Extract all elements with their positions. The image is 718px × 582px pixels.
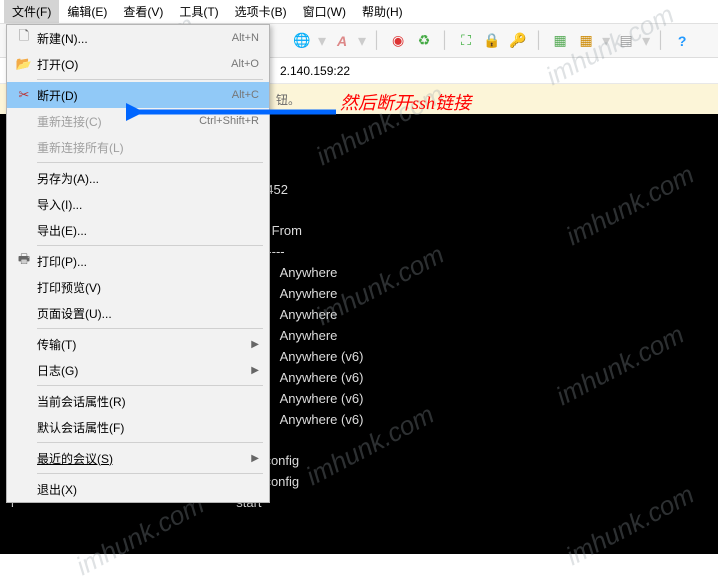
address-text: 2.140.159:22: [280, 64, 350, 78]
menu-window[interactable]: 窗口(W): [295, 0, 354, 23]
menu-transfer[interactable]: 传输(T)▶: [7, 331, 269, 357]
disconnect-icon: ✂: [11, 87, 37, 103]
menu-file[interactable]: 文件(F): [4, 0, 59, 23]
expand-icon[interactable]: ⛶: [456, 31, 476, 51]
menu-separator: [37, 245, 263, 246]
menu-tabs[interactable]: 选项卡(B): [227, 0, 295, 23]
list-icon[interactable]: ▤: [616, 31, 636, 51]
red-circle-icon[interactable]: ◉: [388, 31, 408, 51]
add-folder-icon[interactable]: ▦: [576, 31, 596, 51]
chevron-right-icon: ▶: [251, 453, 259, 464]
menu-tools[interactable]: 工具(T): [171, 0, 226, 23]
menu-default-props[interactable]: 默认会话属性(F): [7, 414, 269, 440]
menu-preview[interactable]: 打印预览(V): [7, 274, 269, 300]
folder-icon: 📂: [11, 56, 37, 72]
menu-open[interactable]: 📂打开(O)Alt+O: [7, 51, 269, 77]
lock-icon[interactable]: 🔒: [482, 31, 502, 51]
menu-separator: [37, 79, 263, 80]
key-icon[interactable]: 🔑: [508, 31, 528, 51]
menu-separator: [37, 162, 263, 163]
font-icon[interactable]: A: [332, 31, 352, 51]
menu-edit[interactable]: 编辑(E): [59, 0, 115, 23]
green-recycle-icon[interactable]: ♻: [414, 31, 434, 51]
menu-separator: [37, 385, 263, 386]
menu-separator: [37, 442, 263, 443]
infobar-text: 钮。: [276, 91, 300, 108]
help-icon[interactable]: ?: [672, 31, 692, 51]
new-icon: 🗋: [11, 27, 37, 49]
menu-reconnect-all: 重新连接所有(L): [7, 134, 269, 160]
menu-pagesetup[interactable]: 页面设置(U)...: [7, 300, 269, 326]
menu-saveas[interactable]: 另存为(A)...: [7, 165, 269, 191]
menu-log[interactable]: 日志(G)▶: [7, 357, 269, 383]
menu-current-props[interactable]: 当前会话属性(R): [7, 388, 269, 414]
menu-help[interactable]: 帮助(H): [354, 0, 411, 23]
menu-export[interactable]: 导出(E)...: [7, 217, 269, 243]
menu-print[interactable]: 🖶打印(P)...: [7, 248, 269, 274]
menu-new[interactable]: 🗋新建(N)...Alt+N: [7, 25, 269, 51]
menu-separator: [37, 473, 263, 474]
chevron-right-icon: ▶: [251, 339, 259, 350]
globe-icon[interactable]: 🌐: [292, 31, 312, 51]
add-doc-icon[interactable]: ▦: [550, 31, 570, 51]
menu-view[interactable]: 查看(V): [115, 0, 171, 23]
menu-disconnect[interactable]: ✂断开(D)Alt+C: [7, 82, 269, 108]
menu-reconnect: 重新连接(C)Ctrl+Shift+R: [7, 108, 269, 134]
menu-import[interactable]: 导入(I)...: [7, 191, 269, 217]
menu-bar: 文件(F) 编辑(E) 查看(V) 工具(T) 选项卡(B) 窗口(W) 帮助(…: [0, 0, 718, 24]
menu-recent[interactable]: 最近的会议(S)▶: [7, 445, 269, 471]
print-icon: 🖶: [11, 250, 37, 272]
menu-separator: [37, 328, 263, 329]
chevron-right-icon: ▶: [251, 365, 259, 376]
file-menu-dropdown: 🗋新建(N)...Alt+N 📂打开(O)Alt+O ✂断开(D)Alt+C 重…: [6, 24, 270, 503]
menu-exit[interactable]: 退出(X): [7, 476, 269, 502]
